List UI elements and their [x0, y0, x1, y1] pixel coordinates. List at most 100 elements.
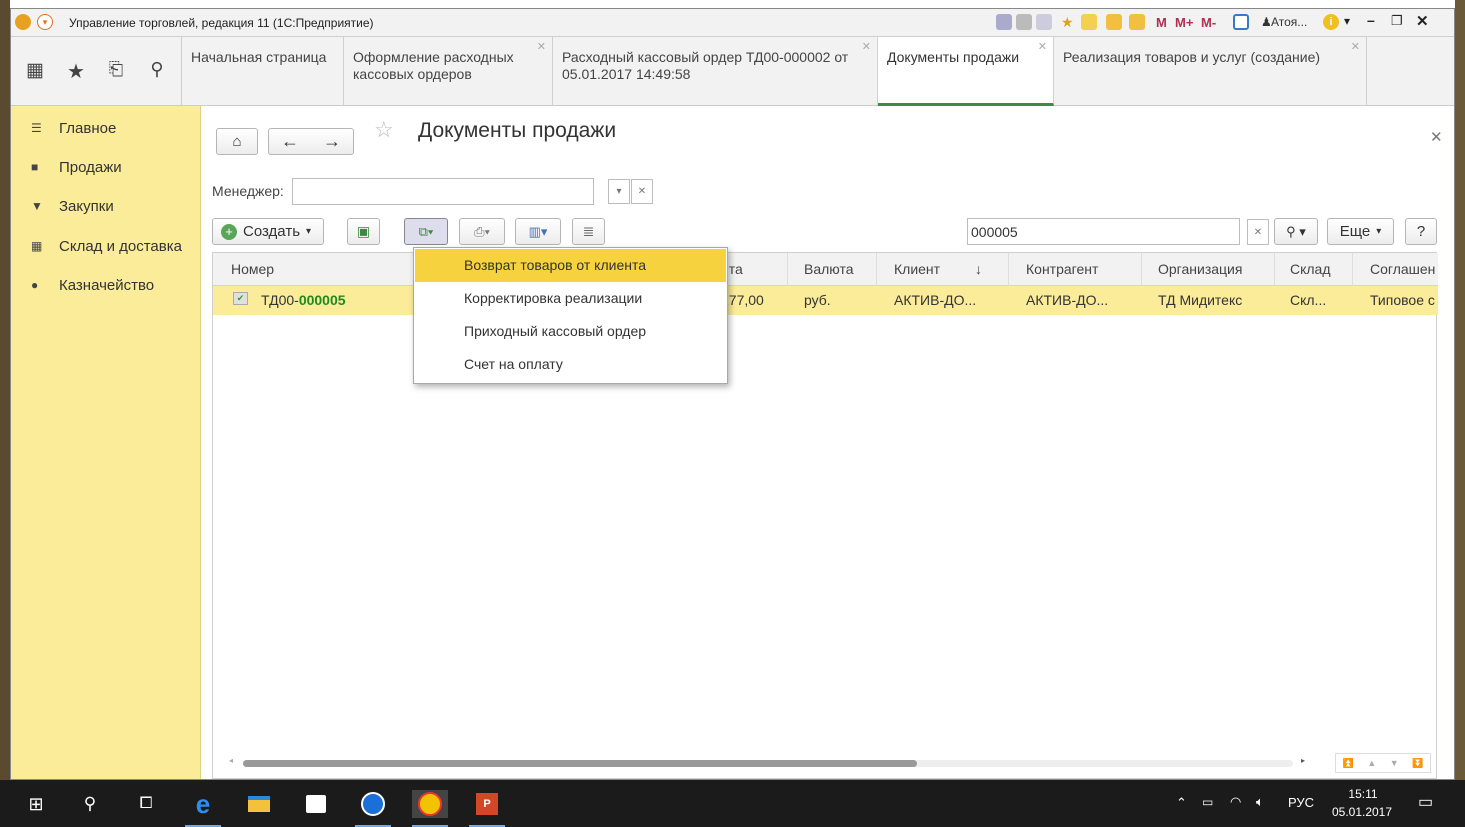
- forward-arrow-icon[interactable]: →: [323, 131, 341, 152]
- close-tab-icon[interactable]: ✕: [1038, 39, 1047, 56]
- menu-item-return-goods[interactable]: Возврат товаров от клиента: [415, 249, 726, 282]
- print-icon[interactable]: [1016, 14, 1032, 30]
- sidebar-item-sales[interactable]: ■ Продажи: [11, 159, 201, 179]
- help-button[interactable]: ?: [1405, 218, 1437, 245]
- manager-input[interactable]: [292, 178, 594, 205]
- create-button[interactable]: + Создать ▾: [212, 218, 324, 245]
- first-row-icon[interactable]: ⏫: [1343, 758, 1354, 769]
- scroll-right-icon[interactable]: ▸: [1301, 756, 1305, 765]
- memory-minus-button[interactable]: M-: [1201, 15, 1216, 30]
- store-icon[interactable]: [298, 790, 334, 818]
- favorite-star-icon[interactable]: ☆: [374, 117, 394, 143]
- horizontal-scrollbar[interactable]: ◂ ▸ ⏫ ▲ ▼ ⏬: [229, 753, 1431, 773]
- column-organization[interactable]: Организация: [1158, 261, 1242, 277]
- column-client[interactable]: Клиент: [894, 261, 940, 277]
- star-icon[interactable]: ★: [64, 59, 88, 84]
- column-currency[interactable]: Валюта: [804, 261, 854, 277]
- file-explorer-icon[interactable]: [241, 790, 277, 818]
- more-button[interactable]: Еще ▾: [1327, 218, 1394, 245]
- clock-time[interactable]: 15:11: [1330, 787, 1396, 801]
- app-logo-icon[interactable]: [15, 14, 31, 30]
- info-icon[interactable]: i: [1323, 14, 1339, 30]
- home-icon: ⌂: [232, 133, 242, 150]
- search-button[interactable]: ⚲ ▾: [1274, 218, 1318, 245]
- tray-chevron-icon[interactable]: ⌃: [1176, 795, 1187, 811]
- search-clear-button[interactable]: ✕: [1247, 219, 1269, 245]
- task-view-icon[interactable]: ⧠: [128, 790, 164, 818]
- clock-date[interactable]: 05.01.2017: [1326, 805, 1398, 819]
- tab-label: Расходный кассовый ордер ТД00-000002 от …: [562, 49, 849, 82]
- window-layout-icon[interactable]: [1233, 14, 1249, 30]
- column-number[interactable]: Номер: [231, 261, 274, 277]
- create-based-on-button[interactable]: ⧉▾: [404, 218, 448, 245]
- search-icon[interactable]: ⚲: [72, 790, 108, 818]
- info-dropdown-icon[interactable]: ▾: [1344, 14, 1350, 28]
- close-tab-icon[interactable]: ✕: [862, 39, 871, 56]
- close-icon[interactable]: ✕: [1416, 12, 1429, 30]
- menu-item-invoice[interactable]: Счет на оплату: [415, 348, 726, 381]
- onec-app-icon[interactable]: [412, 790, 448, 827]
- close-form-icon[interactable]: ✕: [1430, 128, 1443, 146]
- tab-sales-create[interactable]: Реализация товаров и услуг (создание) ✕: [1054, 37, 1367, 106]
- table-row[interactable]: ✔ ТД00-000005 277,00 руб. АКТИВ-ДО... АК…: [213, 286, 1438, 315]
- favorites-icon[interactable]: ★: [1061, 14, 1077, 30]
- wifi-icon[interactable]: ◠: [1230, 794, 1241, 810]
- calculator-icon[interactable]: [1106, 14, 1122, 30]
- sidebar-item-treasury[interactable]: ● Казначейство: [11, 277, 201, 297]
- back-arrow-icon[interactable]: ←: [281, 131, 299, 152]
- teamviewer-icon[interactable]: [355, 790, 391, 827]
- tab-expense-orders[interactable]: Оформление расходных кассовых ордеров ✕: [344, 37, 553, 106]
- column-warehouse[interactable]: Склад: [1290, 261, 1331, 277]
- cell-warehouse: Скл...: [1290, 292, 1327, 308]
- sidebar-item-warehouse[interactable]: ▦ Склад и доставка: [11, 238, 201, 258]
- calendar-icon[interactable]: [1129, 14, 1145, 30]
- print-button[interactable]: ⎙▾: [459, 218, 505, 245]
- apps-grid-icon[interactable]: ▦: [23, 59, 47, 82]
- memory-plus-button[interactable]: M+: [1175, 15, 1193, 30]
- cell-counterparty: АКТИВ-ДО...: [1026, 292, 1109, 308]
- home-button[interactable]: ⌂: [216, 128, 258, 155]
- manager-clear-button[interactable]: ✕: [631, 179, 653, 204]
- copy-button[interactable]: ▣: [347, 218, 380, 245]
- preview-icon[interactable]: [1036, 14, 1052, 30]
- history-icon[interactable]: [1081, 14, 1097, 30]
- reports-button[interactable]: ▥▾: [515, 218, 561, 245]
- prev-row-icon[interactable]: ▲: [1367, 758, 1376, 768]
- manager-dropdown-button[interactable]: ▾: [608, 179, 630, 204]
- user-name[interactable]: Атоя...: [1271, 15, 1307, 29]
- language-indicator[interactable]: РУС: [1288, 795, 1314, 810]
- sidebar-item-main[interactable]: ☰ Главное: [11, 120, 201, 140]
- close-tab-icon[interactable]: ✕: [537, 39, 546, 56]
- scroll-thumb[interactable]: [243, 760, 917, 767]
- chevron-down-icon[interactable]: ▾: [37, 14, 53, 30]
- powerpoint-icon[interactable]: P: [469, 790, 505, 827]
- save-icon[interactable]: [996, 14, 1012, 30]
- memory-m-button[interactable]: M: [1156, 15, 1167, 30]
- windows-start-icon[interactable]: ⊞: [18, 790, 54, 818]
- scroll-left-icon[interactable]: ◂: [229, 756, 233, 765]
- notifications-icon[interactable]: ▭: [1418, 792, 1433, 812]
- tab-label: Реализация товаров и услуг (создание): [1063, 49, 1321, 65]
- tab-cash-order[interactable]: Расходный кассовый ордер ТД00-000002 от …: [553, 37, 878, 106]
- column-counterparty[interactable]: Контрагент: [1026, 261, 1098, 277]
- last-row-icon[interactable]: ⏬: [1412, 758, 1423, 769]
- bag-icon: ■: [31, 160, 39, 174]
- volume-icon[interactable]: 🔈︎: [1256, 794, 1264, 810]
- menu-item-receipt-cash-order[interactable]: Приходный кассовый ордер: [415, 315, 726, 348]
- column-separator: [787, 253, 788, 286]
- edge-browser-icon[interactable]: e: [185, 789, 221, 827]
- menu-item-sales-adjustment[interactable]: Корректировка реализации: [415, 282, 726, 315]
- search-input[interactable]: 000005: [967, 218, 1240, 245]
- list-settings-button[interactable]: ≣: [572, 218, 605, 245]
- tab-sales-documents[interactable]: Документы продажи ✕: [878, 37, 1054, 106]
- minimize-icon[interactable]: –: [1367, 12, 1375, 28]
- close-tab-icon[interactable]: ✕: [1351, 39, 1360, 56]
- column-agreement[interactable]: Соглашен: [1370, 261, 1438, 277]
- restore-icon[interactable]: ❐: [1391, 13, 1403, 29]
- sidebar-item-purchases[interactable]: ▼ Закупки: [11, 198, 201, 218]
- tab-home[interactable]: Начальная страница: [182, 37, 344, 106]
- battery-icon[interactable]: ▭: [1202, 795, 1213, 809]
- search-icon[interactable]: ⚲: [145, 59, 169, 80]
- history-icon[interactable]: ⎗: [104, 59, 128, 80]
- next-row-icon[interactable]: ▼: [1390, 758, 1399, 768]
